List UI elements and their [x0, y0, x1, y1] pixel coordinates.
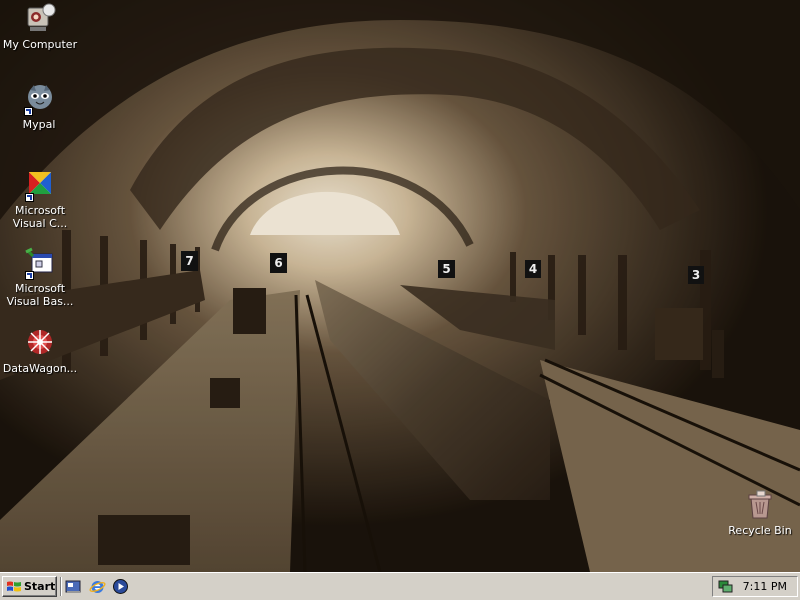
desktop-icon-label: My Computer: [2, 38, 78, 51]
desktop-icon-label: Mypal: [22, 118, 56, 131]
desktop-icon-label: Recycle Bin: [728, 524, 792, 537]
shortcut-arrow-icon: [25, 271, 34, 280]
visual-basic-icon: [23, 246, 57, 280]
recycle-bin-icon: [743, 488, 777, 522]
shortcut-arrow-icon: [25, 193, 34, 202]
visual-c-icon: [23, 168, 57, 202]
platform-sign-4: 4: [525, 260, 541, 278]
desktop-wallpaper: [0, 0, 800, 572]
datawagon-icon: [23, 326, 57, 360]
platform-sign-5: 5: [438, 260, 455, 278]
my-computer-icon: [23, 2, 57, 36]
platform-sign-7: 7: [181, 251, 198, 271]
desktop-icon-mypal[interactable]: Mypal: [0, 82, 78, 131]
desktop-icon-label: DataWagon...: [2, 362, 78, 375]
desktop-icon-datawagon[interactable]: DataWagon...: [1, 326, 79, 375]
start-label: Start: [24, 580, 56, 593]
desktop-icon-my-computer[interactable]: My Computer: [1, 2, 79, 51]
desktop-icon-recycle-bin[interactable]: Recycle Bin: [721, 488, 799, 537]
quick-launch-divider: [60, 577, 62, 596]
internet-explorer-icon[interactable]: [89, 578, 106, 595]
desktop-icon-microsoft-visual-basic[interactable]: Microsoft Visual Bas...: [1, 246, 79, 308]
desktop-icon-label: Microsoft Visual Bas...: [6, 282, 74, 308]
platform-sign-3: 3: [688, 266, 704, 284]
start-button[interactable]: Start: [2, 576, 57, 597]
windows-logo-icon: [7, 581, 21, 591]
desktop-icon-microsoft-visual-c[interactable]: Microsoft Visual C...: [1, 168, 79, 230]
system-tray: 7:11 PM: [712, 576, 798, 597]
shortcut-arrow-icon: [24, 107, 33, 116]
show-desktop-icon[interactable]: [65, 578, 82, 595]
media-player-icon[interactable]: [112, 578, 129, 595]
mypal-browser-icon: [22, 82, 56, 116]
network-icon[interactable]: [718, 579, 733, 594]
platform-sign-6: 6: [270, 253, 287, 273]
taskbar: Start 7:11 PM: [0, 572, 800, 600]
desktop-icon-label: Microsoft Visual C...: [12, 204, 68, 230]
taskbar-clock[interactable]: 7:11 PM: [743, 580, 787, 593]
